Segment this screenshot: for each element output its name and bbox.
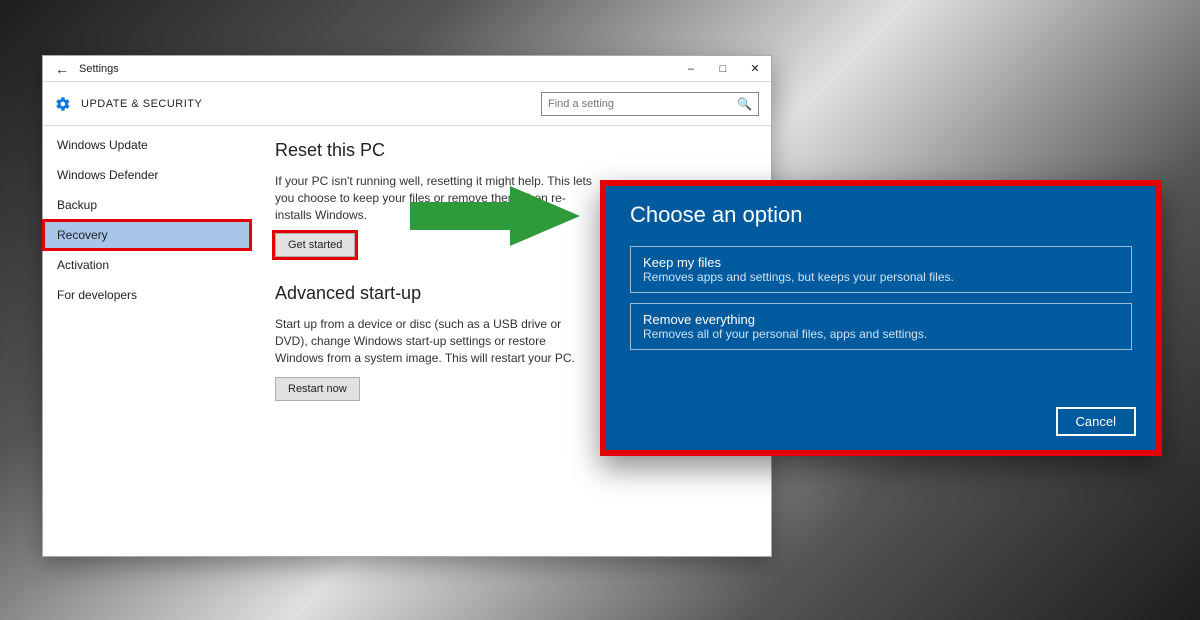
button-label: Cancel [1076, 414, 1116, 429]
minimize-icon: – [688, 63, 694, 75]
minimize-button[interactable]: – [675, 56, 707, 81]
page-heading: UPDATE & SECURITY [81, 98, 202, 110]
sidebar-item-label: For developers [57, 288, 137, 302]
maximize-button[interactable]: □ [707, 56, 739, 81]
reset-heading: Reset this PC [275, 140, 747, 161]
sidebar-item-label: Activation [57, 258, 109, 272]
cancel-button[interactable]: Cancel [1056, 407, 1136, 436]
button-label: Restart now [288, 383, 347, 395]
sidebar: Windows Update Windows Defender Backup R… [43, 126, 251, 556]
maximize-icon: □ [720, 63, 727, 75]
sidebar-item-recovery[interactable]: Recovery [43, 220, 251, 250]
option-remove-everything[interactable]: Remove everything Removes all of your pe… [630, 303, 1132, 350]
sidebar-item-windows-update[interactable]: Windows Update [43, 130, 251, 160]
close-button[interactable]: ✕ [739, 56, 771, 81]
sidebar-item-backup[interactable]: Backup [43, 190, 251, 220]
option-title: Remove everything [643, 312, 1119, 327]
advanced-description: Start up from a device or disc (such as … [275, 316, 595, 366]
sidebar-item-label: Recovery [57, 228, 108, 242]
restart-now-button[interactable]: Restart now [275, 377, 360, 401]
sidebar-item-for-developers[interactable]: For developers [43, 280, 251, 310]
window-title: Settings [79, 63, 119, 75]
reset-description: If your PC isn't running well, resetting… [275, 173, 595, 223]
header-bar: UPDATE & SECURITY 🔍 [43, 82, 771, 126]
option-title: Keep my files [643, 255, 1119, 270]
sidebar-item-label: Windows Defender [57, 168, 158, 182]
option-keep-my-files[interactable]: Keep my files Removes apps and settings,… [630, 246, 1132, 293]
button-label: Get started [288, 239, 342, 251]
sidebar-item-windows-defender[interactable]: Windows Defender [43, 160, 251, 190]
sidebar-item-activation[interactable]: Activation [43, 250, 251, 280]
search-box[interactable]: 🔍 [541, 92, 759, 116]
search-icon: 🔍 [737, 97, 752, 111]
titlebar: ← Settings – □ ✕ [43, 56, 771, 82]
search-input[interactable] [548, 98, 733, 110]
option-description: Removes all of your personal files, apps… [643, 327, 1119, 341]
back-button[interactable]: ← [51, 61, 73, 77]
back-arrow-icon: ← [55, 61, 69, 77]
sidebar-item-label: Backup [57, 198, 97, 212]
dialog-title: Choose an option [630, 202, 1132, 228]
gear-icon [55, 96, 71, 112]
option-description: Removes apps and settings, but keeps you… [643, 270, 1119, 284]
choose-option-dialog-highlight: Choose an option Keep my files Removes a… [600, 180, 1162, 456]
get-started-button[interactable]: Get started [275, 233, 355, 257]
choose-option-dialog: Choose an option Keep my files Removes a… [606, 186, 1156, 450]
close-icon: ✕ [750, 62, 759, 75]
sidebar-item-label: Windows Update [57, 138, 148, 152]
